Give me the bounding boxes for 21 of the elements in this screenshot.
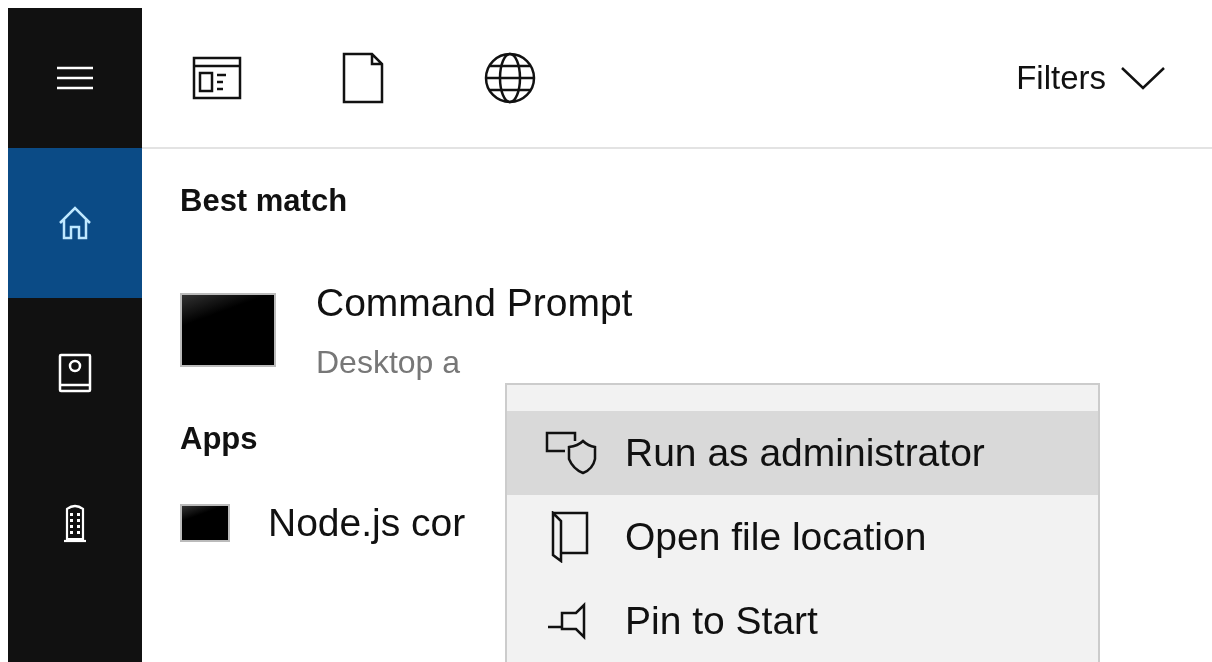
- result-title[interactable]: Command Prompt: [316, 283, 633, 322]
- result-subtitle: Desktop a: [316, 344, 462, 381]
- document-icon[interactable]: [342, 51, 384, 104]
- menu-icon: [57, 65, 93, 91]
- section-heading: Apps: [180, 421, 258, 457]
- menu-item[interactable]: Open file location: [507, 495, 1098, 579]
- notebook-icon: [58, 353, 92, 393]
- terminal-icon: [180, 503, 230, 542]
- result-title[interactable]: Node.js cor: [268, 503, 466, 542]
- filters-button[interactable]: Filters: [1010, 57, 1172, 98]
- section-heading: Best match: [180, 183, 348, 219]
- globe-icon[interactable]: [484, 51, 536, 104]
- home-icon: [57, 205, 93, 241]
- terminal-icon: [180, 293, 276, 367]
- menu-item[interactable]: Run as administrator: [507, 411, 1098, 495]
- tower-icon: [63, 503, 87, 543]
- shield-icon: [545, 431, 597, 475]
- chevron-icon: [1120, 65, 1166, 90]
- menu-item[interactable]: Pin to Start: [507, 579, 1098, 662]
- folder-icon: [551, 511, 591, 563]
- apps-icon[interactable]: [192, 55, 242, 100]
